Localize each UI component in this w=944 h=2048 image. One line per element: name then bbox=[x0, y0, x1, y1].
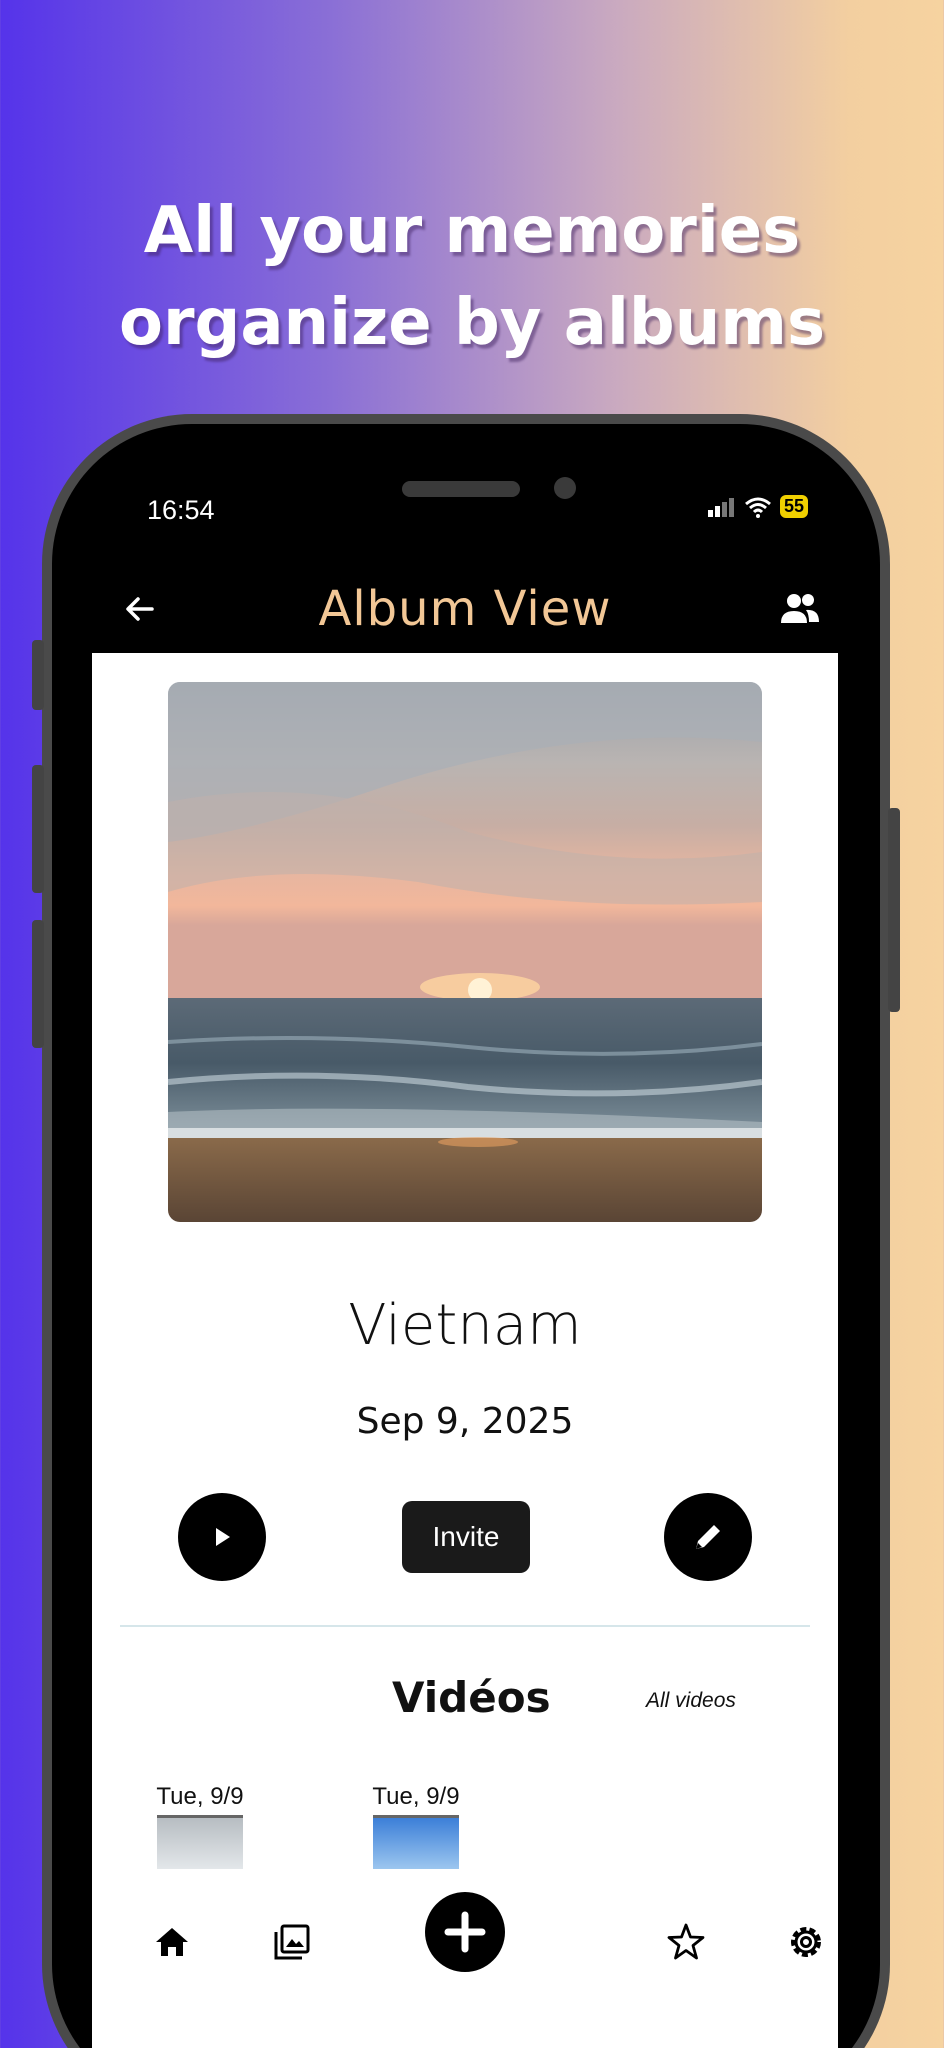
battery-indicator: 55 bbox=[779, 495, 808, 518]
video-date: Tue, 9/9 bbox=[372, 1783, 460, 1810]
album-name: Vietnam bbox=[348, 1293, 582, 1358]
video-item[interactable]: Tue, 9/9 bbox=[150, 1783, 250, 1869]
speaker-grille bbox=[402, 481, 520, 497]
arrow-left-icon[interactable] bbox=[122, 591, 158, 627]
invite-button[interactable]: Invite bbox=[402, 1501, 530, 1573]
side-button-left-1 bbox=[32, 640, 44, 710]
front-camera bbox=[554, 477, 576, 499]
edit-album-button[interactable] bbox=[664, 1493, 752, 1581]
settings-icon[interactable] bbox=[784, 1920, 828, 1964]
section-divider bbox=[120, 1625, 810, 1627]
play-slideshow-button[interactable] bbox=[178, 1493, 266, 1581]
video-date: Tue, 9/9 bbox=[156, 1783, 244, 1810]
wifi-icon bbox=[745, 497, 771, 518]
album-cover-image[interactable] bbox=[168, 682, 762, 1222]
phone-screen: 16:54 55 Album View Vietnam Sep 9, 2025 … bbox=[92, 465, 838, 2048]
video-item[interactable]: Tue, 9/9 bbox=[366, 1783, 466, 1869]
headline-line-2: organize by albums bbox=[118, 286, 826, 360]
home-icon[interactable] bbox=[150, 1920, 194, 1964]
play-icon bbox=[216, 1528, 230, 1546]
star-icon[interactable] bbox=[664, 1920, 708, 1964]
add-icon bbox=[444, 1911, 486, 1953]
video-thumbnail[interactable] bbox=[157, 1815, 243, 1869]
gallery-icon[interactable] bbox=[270, 1920, 314, 1964]
status-time: 16:54 bbox=[147, 495, 215, 525]
pencil-icon bbox=[696, 1525, 720, 1549]
bottom-navigation bbox=[92, 1878, 838, 2038]
side-button-right bbox=[888, 808, 900, 1012]
all-videos-link[interactable]: All videos bbox=[646, 1689, 736, 1713]
headline-line-1: All your memories bbox=[143, 194, 801, 268]
add-button[interactable] bbox=[425, 1892, 505, 1972]
side-button-left-2 bbox=[32, 765, 44, 893]
video-thumbnail[interactable] bbox=[373, 1815, 459, 1869]
app-bar: Album View bbox=[92, 565, 838, 653]
sunset-beach-photo bbox=[168, 682, 762, 1222]
people-icon[interactable] bbox=[778, 587, 822, 631]
page-title: Album View bbox=[318, 581, 612, 637]
status-indicators: 55 bbox=[707, 495, 808, 518]
side-button-left-3 bbox=[32, 920, 44, 1048]
album-content: Vietnam Sep 9, 2025 Invite Vidéos All vi… bbox=[92, 653, 838, 2048]
signal-icon bbox=[707, 497, 734, 517]
promo-headline: All your memories organize by albums bbox=[0, 185, 944, 369]
album-date: Sep 9, 2025 bbox=[356, 1401, 574, 1442]
videos-section-title: Vidéos bbox=[392, 1673, 551, 1722]
